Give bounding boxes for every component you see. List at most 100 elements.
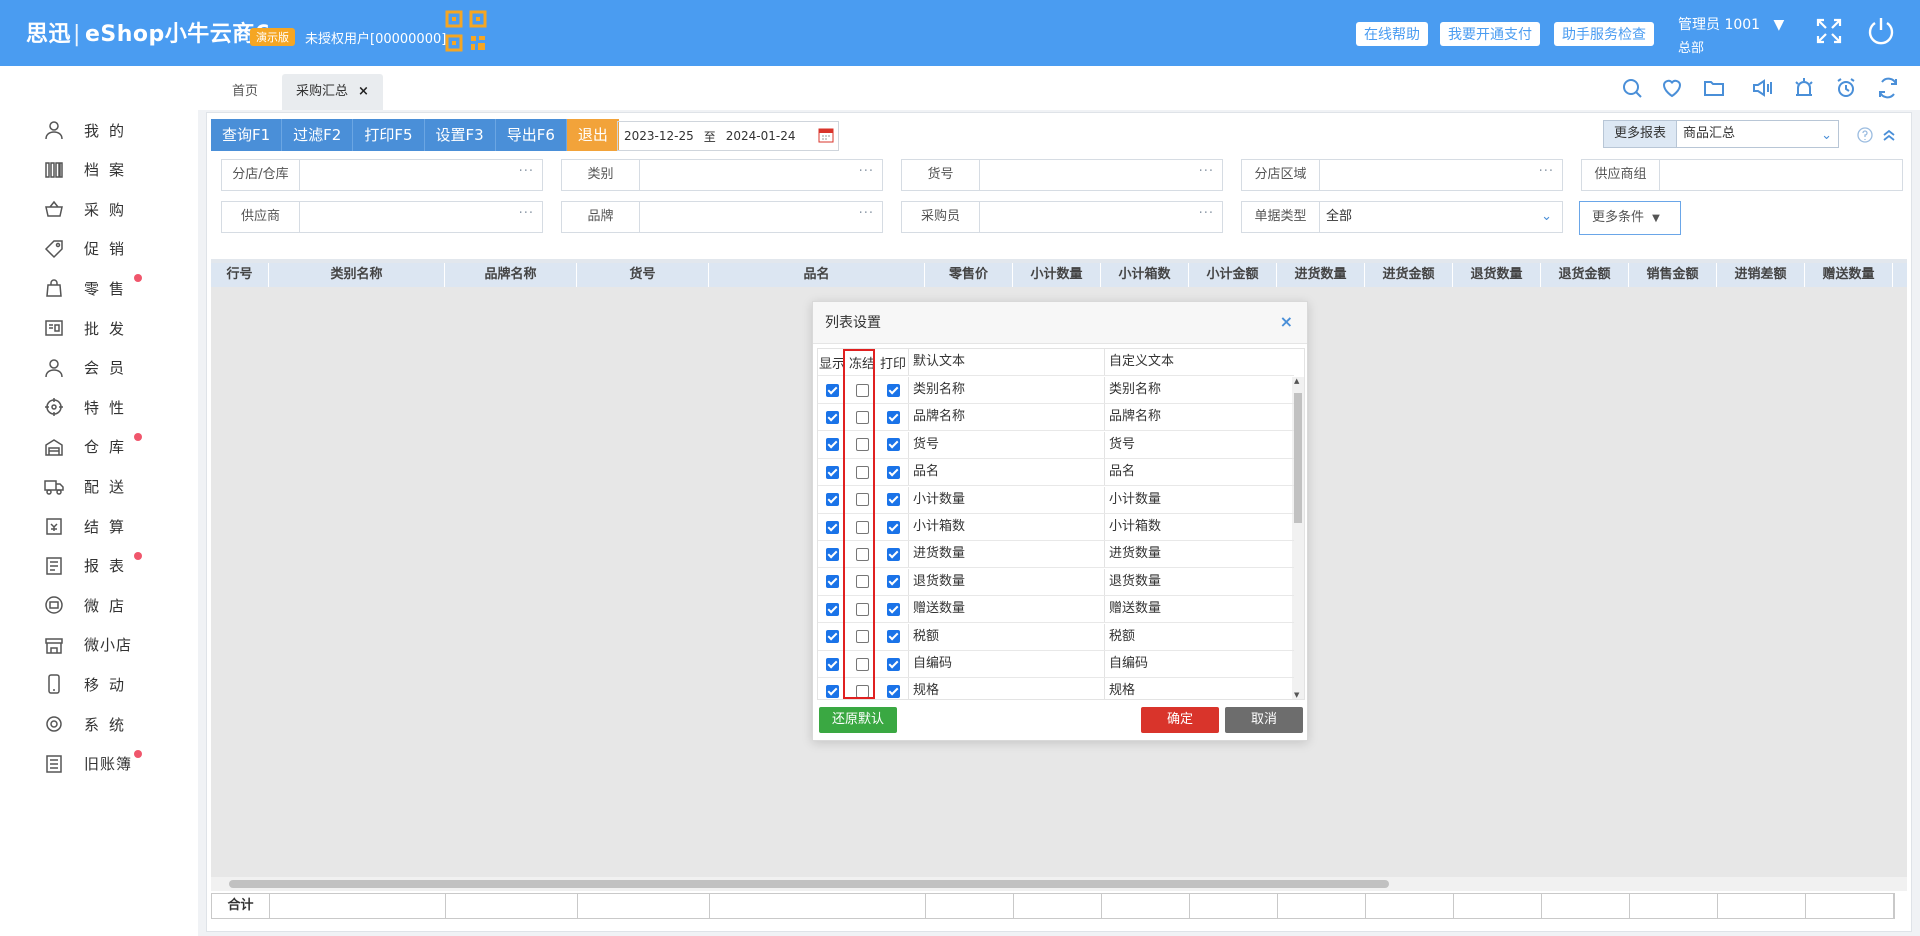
filter-input[interactable]: 全部 ⌄: [1320, 202, 1562, 232]
cancel-button[interactable]: 取消: [1225, 707, 1303, 733]
ellipsis-icon[interactable]: ···: [859, 199, 874, 229]
search-icon[interactable]: [1620, 76, 1644, 100]
scrollbar-thumb[interactable]: [229, 880, 1389, 888]
column-header[interactable]: 货号: [577, 263, 709, 287]
print-checkbox[interactable]: [886, 684, 900, 698]
show-checkbox[interactable]: [825, 684, 839, 698]
sidebar-item-10[interactable]: 结算: [44, 514, 164, 538]
sidebar-item-1[interactable]: 档案: [44, 158, 164, 182]
filter-field[interactable]: 分店区域 ···: [1241, 159, 1563, 191]
show-checkbox[interactable]: [825, 465, 839, 479]
print-checkbox[interactable]: [886, 410, 900, 424]
sidebar-item-0[interactable]: 我的: [44, 118, 164, 142]
export-button[interactable]: 导出F6: [495, 119, 567, 151]
refresh-icon[interactable]: [1876, 76, 1900, 100]
column-header[interactable]: 小计箱数: [1101, 263, 1189, 287]
qr-code-icon[interactable]: [445, 10, 487, 52]
show-checkbox[interactable]: [825, 657, 839, 671]
sidebar-item-5[interactable]: 批发: [44, 316, 164, 340]
tab-close-icon[interactable]: ×: [358, 84, 369, 99]
custom-text-input[interactable]: 税额: [1104, 623, 1284, 650]
settings-button[interactable]: 设置F3: [424, 119, 496, 151]
print-checkbox[interactable]: [886, 547, 900, 561]
column-header[interactable]: 销售金额: [1629, 263, 1717, 287]
custom-text-input[interactable]: 小计箱数: [1104, 514, 1284, 540]
close-icon[interactable]: ×: [1280, 312, 1293, 331]
fullscreen-icon[interactable]: [1812, 14, 1846, 48]
column-header[interactable]: 退货金额: [1541, 263, 1629, 287]
more-conditions-button[interactable]: 更多条件 ▼: [1579, 201, 1681, 235]
column-header[interactable]: 品名: [709, 263, 925, 287]
date-range-picker[interactable]: 2023-12-25 至 2024-01-24: [617, 121, 839, 151]
sidebar-item-2[interactable]: 采购: [44, 197, 164, 221]
column-header[interactable]: 零售价: [925, 263, 1013, 287]
show-checkbox[interactable]: [825, 410, 839, 424]
tab-purchase-summary[interactable]: 采购汇总 ×: [282, 74, 383, 110]
ellipsis-icon[interactable]: ···: [1539, 157, 1554, 187]
query-button[interactable]: 查询F1: [211, 119, 283, 151]
sidebar-item-9[interactable]: 配送: [44, 474, 164, 498]
help-icon[interactable]: [1857, 127, 1873, 143]
filter-field[interactable]: 货号 ···: [901, 159, 1223, 191]
filter-field[interactable]: 分店/仓库 ···: [221, 159, 543, 191]
column-header[interactable]: 进货金额: [1365, 263, 1453, 287]
print-checkbox[interactable]: [886, 630, 900, 644]
filter-input[interactable]: ···: [640, 160, 882, 190]
show-checkbox[interactable]: [825, 575, 839, 589]
alarm-clock-icon[interactable]: [1834, 76, 1858, 100]
power-icon[interactable]: [1864, 14, 1898, 48]
filter-field[interactable]: 单据类型 全部 ⌄: [1241, 201, 1563, 233]
ellipsis-icon[interactable]: ···: [1199, 199, 1214, 229]
custom-text-input[interactable]: 规格: [1104, 678, 1284, 699]
horizontal-scrollbar[interactable]: [211, 877, 1907, 891]
filter-input[interactable]: ···: [300, 202, 542, 232]
open-payment-button[interactable]: 我要开通支付: [1440, 22, 1540, 46]
favorite-icon[interactable]: [1660, 76, 1684, 100]
custom-text-input[interactable]: 类别名称: [1104, 377, 1284, 403]
show-checkbox[interactable]: [825, 602, 839, 616]
print-checkbox[interactable]: [886, 575, 900, 589]
chevron-down-icon[interactable]: ⌄: [1541, 202, 1552, 232]
calendar-icon[interactable]: [818, 127, 834, 143]
folder-icon[interactable]: [1702, 76, 1726, 100]
filter-input[interactable]: ···: [1320, 160, 1562, 190]
print-checkbox[interactable]: [886, 465, 900, 479]
print-button[interactable]: 打印F5: [353, 119, 425, 151]
restore-default-button[interactable]: 还原默认: [819, 707, 897, 733]
show-checkbox[interactable]: [825, 383, 839, 397]
scrollbar-thumb[interactable]: [1294, 393, 1302, 523]
column-header[interactable]: 小计数量: [1013, 263, 1101, 287]
filter-input[interactable]: ···: [640, 202, 882, 232]
custom-text-input[interactable]: 小计数量: [1104, 486, 1284, 513]
filter-button[interactable]: 过滤F2: [282, 119, 354, 151]
column-header[interactable]: 进货数量: [1277, 263, 1365, 287]
exit-button[interactable]: 退出: [566, 119, 619, 151]
custom-text-input[interactable]: 赠送数量: [1104, 596, 1284, 623]
column-header[interactable]: 品牌名称: [445, 263, 577, 287]
print-checkbox[interactable]: [886, 493, 900, 507]
column-header[interactable]: 小计金额: [1189, 263, 1277, 287]
filter-field[interactable]: 供应商组: [1581, 159, 1903, 191]
sidebar-item-3[interactable]: 促销: [44, 237, 164, 261]
show-checkbox[interactable]: [825, 520, 839, 534]
announcement-icon[interactable]: [1750, 76, 1774, 100]
custom-text-input[interactable]: 进货数量: [1104, 541, 1284, 568]
print-checkbox[interactable]: [886, 383, 900, 397]
sidebar-item-13[interactable]: 微小店: [44, 633, 164, 657]
alarm-light-icon[interactable]: [1792, 76, 1816, 100]
collapse-icon[interactable]: [1881, 127, 1897, 143]
ellipsis-icon[interactable]: ···: [519, 199, 534, 229]
custom-text-input[interactable]: 货号: [1104, 431, 1284, 458]
ellipsis-icon[interactable]: ···: [519, 157, 534, 187]
assistant-check-button[interactable]: 助手服务检查: [1554, 22, 1654, 46]
online-help-button[interactable]: 在线帮助: [1356, 22, 1428, 46]
filter-field[interactable]: 供应商 ···: [221, 201, 543, 233]
column-header[interactable]: 赠送数量: [1805, 263, 1893, 287]
sidebar-item-11[interactable]: 报表: [44, 554, 164, 578]
custom-text-input[interactable]: 退货数量: [1104, 568, 1284, 595]
admin-menu[interactable]: 管理员 1001 ▼: [1678, 14, 1784, 34]
date-to[interactable]: 2024-01-24: [726, 129, 796, 143]
more-reports-select[interactable]: 更多报表 商品汇总 ⌄: [1603, 120, 1840, 148]
filter-input[interactable]: ···: [980, 160, 1222, 190]
ellipsis-icon[interactable]: ···: [1199, 157, 1214, 187]
